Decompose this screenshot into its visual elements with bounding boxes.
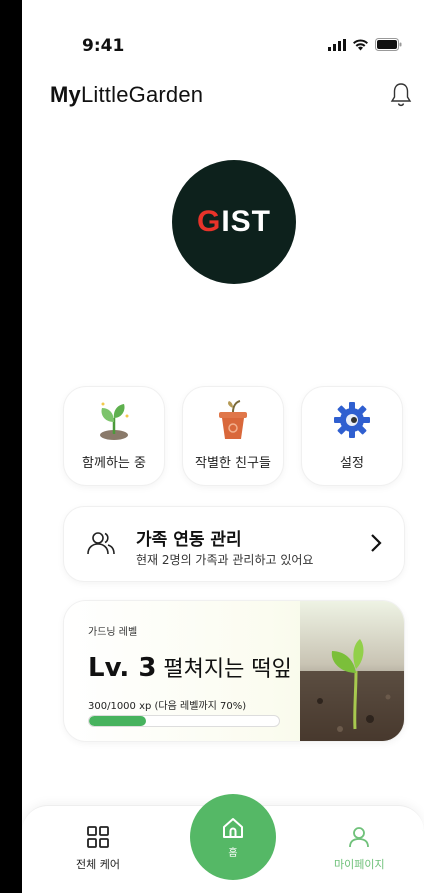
avatar-text: GIST (196, 205, 271, 238)
tab-all-care[interactable]: 전체 케어 (76, 826, 120, 872)
level-title: Lv. 3 펼쳐지는 떡잎 (88, 651, 292, 683)
together-button[interactable]: 함께하는 중 (64, 387, 164, 485)
farewell-friends-button[interactable]: 작별한 친구들 (183, 387, 283, 485)
family-link-card[interactable]: 가족 연동 관리 현재 2명의 가족과 관리하고 있어요 (64, 507, 404, 581)
home-label: 홈 (228, 847, 238, 859)
settings-label: 설정 (340, 456, 364, 471)
family-subtitle: 현재 2명의 가족과 관리하고 있어요 (136, 553, 314, 567)
level-number: Lv. 3 (88, 653, 157, 683)
family-title: 가족 연동 관리 (136, 530, 242, 550)
app-header: MyLittleGarden (22, 76, 424, 116)
status-time: 9:41 (82, 36, 125, 56)
app-logo[interactable]: MyLittleGarden (50, 82, 203, 108)
wifi-icon (353, 38, 368, 50)
signal-icon (328, 38, 346, 51)
grid-icon (87, 826, 109, 848)
settings-button[interactable]: 설정 (302, 387, 402, 485)
tab-my-page-label: 마이페이지 (334, 858, 385, 871)
tab-my-page[interactable]: 마이페이지 (334, 826, 385, 872)
level-name: 펼쳐지는 떡잎 (163, 657, 292, 682)
user-icon (349, 827, 370, 848)
family-users-icon (87, 532, 115, 555)
tab-all-care-label: 전체 케어 (76, 858, 120, 871)
profile-avatar[interactable]: GIST (172, 160, 296, 284)
bell-icon[interactable] (390, 82, 412, 108)
status-bar: 9:41 (22, 30, 424, 60)
gear-icon (332, 398, 372, 442)
home-icon (223, 817, 243, 838)
quick-actions: 함께하는 중 작별한 친구들 설정 (64, 387, 402, 485)
together-label: 함께하는 중 (82, 456, 146, 471)
sprout-icon (94, 398, 134, 442)
status-icons (328, 38, 402, 51)
xp-text: 300/1000 xp (다음 레벨까지 70%) (88, 701, 247, 712)
flower-pot-icon (214, 398, 252, 442)
battery-icon (375, 38, 402, 51)
chevron-right-icon[interactable] (370, 533, 382, 553)
home-button[interactable]: 홈 (190, 794, 276, 880)
gardening-level-card[interactable]: 가드닝 레벨 Lv. 3 펼쳐지는 떡잎 300/1000 xp (다음 레벨까… (64, 601, 404, 741)
xp-progress-fill (89, 716, 146, 726)
xp-progress-bar (88, 715, 280, 727)
seedling-photo (300, 601, 404, 741)
app-screen: 9:41 MyLittleGarden GIST 함께하는 중 작별한 친구들 (22, 0, 424, 893)
farewell-friends-label: 작별한 친구들 (195, 456, 271, 471)
level-label: 가드닝 레벨 (88, 627, 138, 638)
